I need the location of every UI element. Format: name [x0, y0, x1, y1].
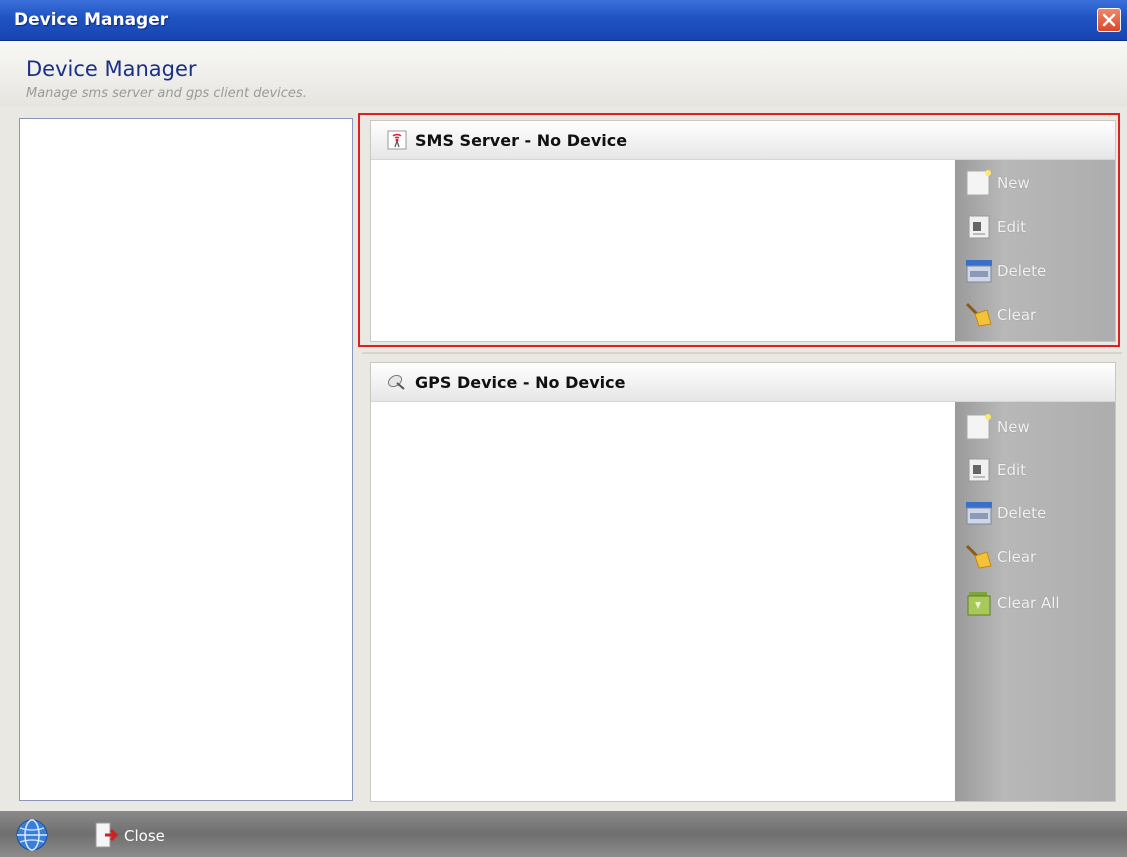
- antenna-icon: [387, 130, 407, 150]
- gps-device-header: GPS Device - No Device: [371, 363, 1115, 402]
- sms-server-header: SMS Server - No Device: [371, 121, 1115, 160]
- sms-edit-label: Edit: [997, 218, 1027, 236]
- gps-actions-toolbar: New Edit Delete Clear Clear All: [955, 402, 1115, 801]
- sms-new-label: New: [997, 174, 1030, 192]
- panel-divider[interactable]: [362, 352, 1122, 354]
- footer-bar: Close: [0, 811, 1127, 857]
- window-title: Device Manager: [14, 10, 169, 30]
- gps-device-panel: GPS Device - No Device New Edit Delete C…: [370, 362, 1116, 802]
- delete-icon: [966, 502, 992, 525]
- page-header: Device Manager Manage sms server and gps…: [0, 41, 1127, 107]
- page-subtitle: Manage sms server and gps client devices…: [26, 86, 307, 101]
- gps-delete-label: Delete: [997, 504, 1047, 522]
- sms-actions-toolbar: New Edit Delete Clear: [955, 160, 1115, 341]
- window-titlebar: Device Manager: [0, 0, 1127, 41]
- globe-icon[interactable]: [16, 819, 48, 851]
- sms-server-title: SMS Server - No Device: [415, 131, 628, 150]
- broom-icon: [965, 544, 992, 569]
- edit-icon: [968, 458, 990, 482]
- sms-clear-label: Clear: [997, 306, 1037, 324]
- window-close-button[interactable]: [1097, 8, 1121, 32]
- gps-clear-label: Clear: [997, 548, 1037, 566]
- close-label: Close: [124, 827, 165, 845]
- gps-device-title: GPS Device - No Device: [415, 373, 626, 392]
- page-title: Device Manager: [26, 57, 197, 81]
- new-document-icon: [966, 414, 991, 440]
- delete-icon: [966, 260, 992, 283]
- gps-antenna-icon: [387, 374, 405, 390]
- new-document-icon: [966, 170, 991, 196]
- sms-delete-label: Delete: [997, 262, 1047, 280]
- device-list-panel[interactable]: [19, 118, 353, 801]
- close-icon: [1102, 13, 1116, 27]
- exit-door-icon: [95, 822, 119, 848]
- gps-clear-all-label: Clear All: [997, 594, 1060, 612]
- gps-new-label: New: [997, 418, 1030, 436]
- sms-server-panel: SMS Server - No Device New Edit Delete C…: [370, 120, 1116, 342]
- edit-icon: [968, 215, 990, 239]
- recycle-bin-icon: [967, 592, 991, 616]
- gps-edit-label: Edit: [997, 461, 1027, 479]
- broom-icon: [965, 302, 992, 327]
